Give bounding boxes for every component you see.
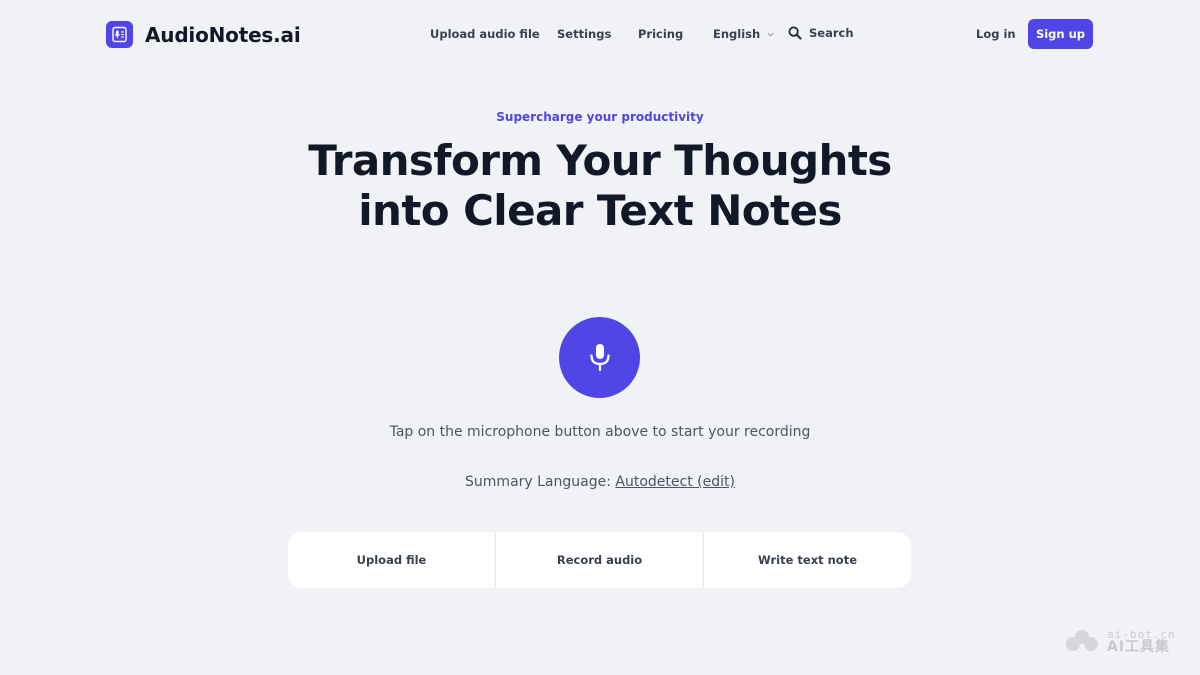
- login-link[interactable]: Log in: [976, 27, 1016, 41]
- search-icon: [788, 26, 802, 40]
- header: AudioNotes.ai Upload audio file Settings…: [0, 0, 1200, 68]
- hero-title: Transform Your Thoughts into Clear Text …: [308, 136, 892, 235]
- recording-hint: Tap on the microphone button above to st…: [389, 424, 811, 440]
- signup-button[interactable]: Sign up: [1028, 19, 1093, 49]
- record-microphone-button[interactable]: [559, 317, 640, 398]
- brand-name: AudioNotes.ai: [145, 22, 301, 47]
- input-mode-tabs: Upload file Record audio Write text note: [288, 532, 911, 588]
- page: AudioNotes.ai Upload audio file Settings…: [0, 0, 1200, 675]
- search-button[interactable]: Search: [788, 26, 854, 40]
- nav-pricing[interactable]: Pricing: [638, 27, 683, 41]
- summary-language: Summary Language: Autodetect (edit): [0, 474, 1200, 490]
- summary-language-edit-link[interactable]: Autodetect (edit): [615, 474, 735, 490]
- hero-eyebrow: Supercharge your productivity: [496, 110, 704, 124]
- tab-write-text-note[interactable]: Write text note: [704, 532, 911, 588]
- summary-language-label: Summary Language:: [465, 474, 611, 490]
- microphone-icon: [589, 343, 610, 371]
- nav-upload-audio-file[interactable]: Upload audio file: [430, 27, 540, 41]
- language-label: English: [713, 27, 761, 41]
- watermark-name: AI工具集: [1107, 639, 1171, 655]
- chevron-down-icon: [767, 32, 774, 37]
- search-label: Search: [809, 26, 854, 40]
- logo-document-mic-icon: [106, 21, 133, 48]
- brand-logo[interactable]: AudioNotes.ai: [106, 21, 301, 48]
- tab-upload-file[interactable]: Upload file: [288, 532, 496, 588]
- tab-record-audio[interactable]: Record audio: [496, 532, 704, 588]
- nav-settings[interactable]: Settings: [557, 27, 611, 41]
- watermark-logo-icon: [1066, 630, 1098, 651]
- language-selector[interactable]: English: [713, 27, 775, 41]
- watermark: ai-bot.cn AI工具集: [1063, 628, 1176, 654]
